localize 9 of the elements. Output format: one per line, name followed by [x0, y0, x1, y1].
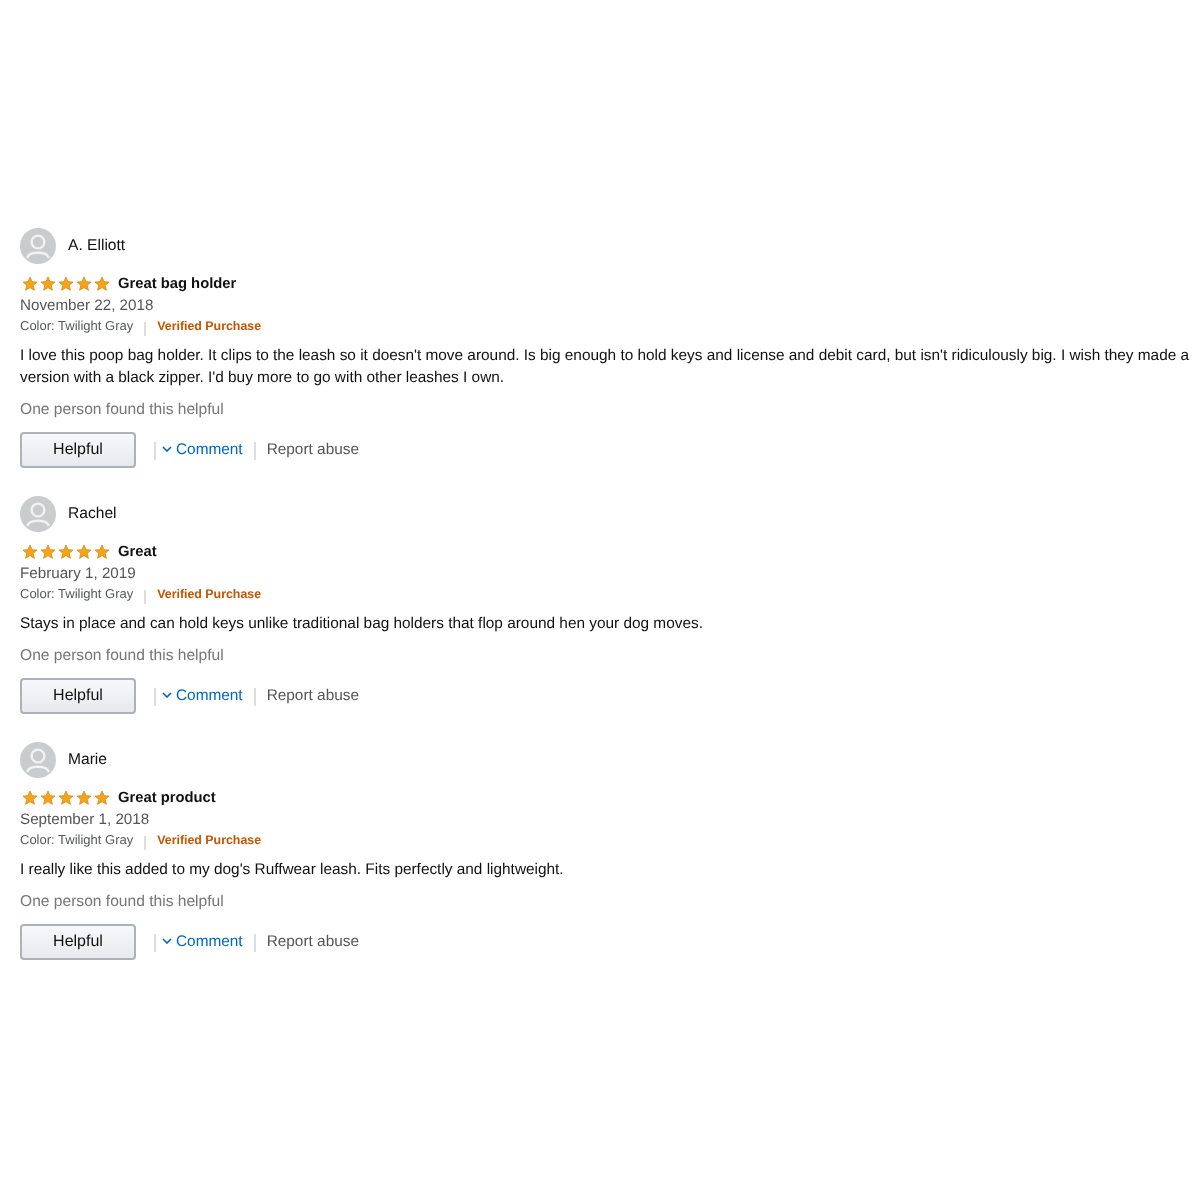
caret-icon — [162, 692, 172, 699]
helpful-button[interactable]: Helpful — [20, 678, 136, 714]
avatar-icon — [20, 228, 56, 264]
avatar-icon — [20, 742, 56, 778]
caret-icon — [162, 446, 172, 453]
helpful-button[interactable]: Helpful — [20, 924, 136, 960]
avatar-icon — [20, 496, 56, 532]
helpful-button[interactable]: Helpful — [20, 432, 136, 468]
caret-icon — [162, 938, 172, 945]
